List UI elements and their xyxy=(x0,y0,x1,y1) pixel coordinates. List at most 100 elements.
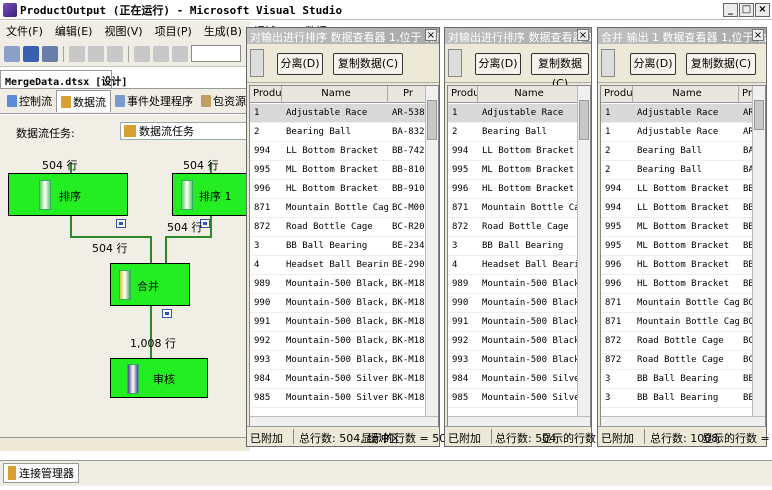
paste-icon[interactable] xyxy=(107,45,123,62)
viewer-grid[interactable]: Produ... Name Pr 1Adjustable RaceAR-5381… xyxy=(249,85,439,428)
table-row[interactable]: 992 Mountain-500 Black, 48 xyxy=(448,332,590,351)
grid-vertical-scrollbar[interactable] xyxy=(577,86,590,416)
menu-view[interactable]: 视图(V) xyxy=(98,23,148,39)
audit-transform[interactable]: 审核 xyxy=(110,358,208,398)
undo-icon[interactable] xyxy=(134,45,150,62)
table-row[interactable]: 995 ML Bottom Bracket BB-8107 xyxy=(250,161,438,180)
column-header[interactable]: Produ... xyxy=(250,86,282,103)
table-row[interactable]: 990 Mountain-500 Black, 42 xyxy=(448,294,590,313)
copy-data-button[interactable]: 复制数据(C) xyxy=(333,53,403,75)
maximize-button[interactable]: □ xyxy=(739,3,754,17)
table-row[interactable]: 1 Adjustable Race AR xyxy=(601,104,765,123)
column-header[interactable]: Produ... xyxy=(448,86,478,103)
table-row[interactable]: 872 Road Bottle Cage xyxy=(448,218,590,237)
table-row[interactable]: 2 Bearing Ball BA xyxy=(601,161,765,180)
table-row[interactable]: 872 Road Bottle Cage BC-R205 xyxy=(250,218,438,237)
copy-data-button[interactable]: 复制数据(C) xyxy=(686,53,756,75)
column-header[interactable]: Name xyxy=(478,86,578,103)
table-row[interactable]: 991Mountain-500 Black, 44BK-M18B-44 xyxy=(250,313,438,332)
table-row[interactable]: 985Mountain-500 Silver, 42BK-M18S-42 xyxy=(250,389,438,408)
table-row[interactable]: 995 ML Bottom Bracket xyxy=(448,161,590,180)
path-sort-1-to-merge[interactable] xyxy=(165,236,212,238)
tab-data-flow[interactable]: 数据流 xyxy=(56,90,111,112)
connection-manager-tab[interactable]: 连接管理器 xyxy=(3,463,79,483)
table-row[interactable]: 990Mountain-500 Black, 42BK-M18B-42 xyxy=(250,294,438,313)
cut-icon[interactable] xyxy=(69,45,85,62)
close-icon[interactable]: × xyxy=(425,29,437,41)
table-row[interactable]: 992Mountain-500 Black, 48BK-M18B-48 xyxy=(250,332,438,351)
table-row[interactable]: 3 BB Ball Bearing xyxy=(448,237,590,256)
detach-button[interactable]: 分离(D) xyxy=(475,53,521,75)
table-row[interactable]: 4 Headset Ball Bearings xyxy=(448,256,590,275)
close-button[interactable]: × xyxy=(755,3,770,17)
column-header[interactable]: Name xyxy=(633,86,739,103)
path-sort-to-merge[interactable] xyxy=(70,216,72,236)
table-row[interactable]: 1 Adjustable Race AR-5381 xyxy=(250,104,438,123)
configuration-dropdown[interactable] xyxy=(191,45,241,62)
save-all-icon[interactable] xyxy=(42,45,58,62)
sort-transform[interactable]: 排序 xyxy=(8,173,128,216)
column-header[interactable]: Pr xyxy=(739,86,753,103)
table-row[interactable]: 993 Mountain-500 Black, 52 xyxy=(448,351,590,370)
viewer-play-icon[interactable] xyxy=(250,49,264,77)
path-sort-1-to-merge[interactable] xyxy=(210,216,212,236)
copy-data-button[interactable]: 复制数据(C) xyxy=(531,53,589,90)
grid-vertical-scrollbar[interactable] xyxy=(425,86,438,416)
play-icon[interactable] xyxy=(172,45,188,62)
table-row[interactable]: 995 ML Bottom Bracket BB xyxy=(601,237,765,256)
table-row[interactable]: 996 HL Bottom Bracket BB xyxy=(601,256,765,275)
copy-icon[interactable] xyxy=(88,45,104,62)
path-sort-to-merge[interactable] xyxy=(150,236,152,263)
table-row[interactable]: 996 HL Bottom Bracket BB-9108 xyxy=(250,180,438,199)
tab-control-flow[interactable]: 控制流 xyxy=(3,90,56,112)
viewer-grid[interactable]: Produ... Name 1 Adjustable Race 2 Bearing B… xyxy=(447,85,591,428)
sort-1-transform[interactable]: 排序 1 xyxy=(172,173,252,216)
table-row[interactable]: 994 LL Bottom Bracket BB xyxy=(601,199,765,218)
table-row[interactable]: 2 Bearing Ball BA xyxy=(601,142,765,161)
table-row[interactable]: 871 Mountain Bottle Cage xyxy=(448,199,590,218)
menu-project[interactable]: 项目(P) xyxy=(149,23,198,39)
detach-button[interactable]: 分离(D) xyxy=(630,53,676,75)
column-header[interactable]: Name xyxy=(282,86,388,103)
path-sort-to-merge[interactable] xyxy=(70,236,150,238)
table-row[interactable]: 872 Road Bottle Cage BC xyxy=(601,332,765,351)
close-icon[interactable]: × xyxy=(577,29,589,41)
table-row[interactable]: 3 BB Ball Bearing BE-2349 xyxy=(250,237,438,256)
viewer-grid[interactable]: Produ... Name Pr 1Adjustable RaceAR1Adju… xyxy=(600,85,766,428)
table-row[interactable]: 3 BB Ball Bearing BE xyxy=(601,389,765,408)
detach-button[interactable]: 分离(D) xyxy=(277,53,323,75)
table-row[interactable]: 996 HL Bottom Bracket xyxy=(448,180,590,199)
table-row[interactable]: 994 LL Bottom Bracket xyxy=(448,142,590,161)
table-row[interactable]: 871 Mountain Bottle Cage BC xyxy=(601,313,765,332)
table-row[interactable]: 4Headset Ball BearingsBE-2908 xyxy=(250,256,438,275)
viewer-play-icon[interactable] xyxy=(601,49,615,77)
minimize-button[interactable]: _ xyxy=(723,3,738,17)
table-row[interactable]: 1 Adjustable Race xyxy=(448,104,590,123)
data-flow-task-select[interactable]: 数据流任务 xyxy=(120,122,260,140)
table-row[interactable]: 872 Road Bottle Cage BC xyxy=(601,351,765,370)
menu-file[interactable]: 文件(F) xyxy=(0,23,49,39)
table-row[interactable]: 991 Mountain-500 Black, 44 xyxy=(448,313,590,332)
table-row[interactable]: 1 Adjustable Race AR xyxy=(601,123,765,142)
table-row[interactable]: 2 Bearing Ball xyxy=(448,123,590,142)
data-flow-canvas[interactable]: 数据流任务: 数据流任务 504 行 504 行 排序 排序 1 504 行 5… xyxy=(0,115,260,437)
table-row[interactable]: 993Mountain-500 Black, 52BK-M18B-52 xyxy=(250,351,438,370)
table-row[interactable]: 995 ML Bottom Bracket BB xyxy=(601,218,765,237)
new-project-icon[interactable] xyxy=(4,45,20,62)
path-sort-1-to-merge[interactable] xyxy=(165,236,167,263)
close-icon[interactable]: × xyxy=(752,29,764,41)
menu-build[interactable]: 生成(B) xyxy=(198,23,248,39)
grid-vertical-scrollbar[interactable] xyxy=(752,86,765,416)
menu-edit[interactable]: 编辑(E) xyxy=(49,23,99,39)
tab-event-handlers[interactable]: 事件处理程序 xyxy=(111,90,197,112)
table-row[interactable]: 996 HL Bottom Bracket BB xyxy=(601,275,765,294)
merge-transform[interactable]: 合并 xyxy=(110,263,190,306)
data-viewer-icon[interactable] xyxy=(162,309,172,318)
table-row[interactable]: 989 Mountain-500 Black, 40 xyxy=(448,275,590,294)
column-header[interactable]: Produ... xyxy=(601,86,633,103)
table-row[interactable]: 984 Mountain-500 Silver, 40 xyxy=(448,370,590,389)
table-row[interactable]: 871 Mountain Bottle Cage BC-M005 xyxy=(250,199,438,218)
table-row[interactable]: 994 LL Bottom Bracket BB-7421 xyxy=(250,142,438,161)
table-row[interactable]: 871 Mountain Bottle Cage BC xyxy=(601,294,765,313)
column-header[interactable]: Pr xyxy=(388,86,426,103)
